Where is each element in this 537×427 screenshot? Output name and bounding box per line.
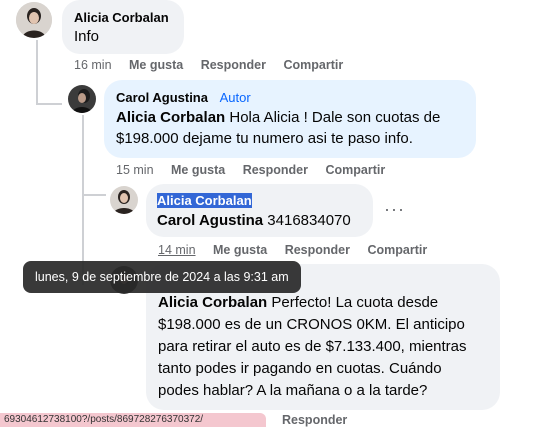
comment-actions: Responder (282, 413, 347, 427)
avatar[interactable] (16, 2, 52, 38)
author-badge: Autor (219, 90, 251, 105)
thread-line (36, 40, 38, 105)
avatar-photo (16, 2, 52, 38)
thread-line (82, 194, 106, 196)
mention-link[interactable]: Alicia Corbalan (116, 109, 225, 126)
status-url: 69304612738100?/posts/869728276370372/ (0, 413, 266, 427)
comment-text-part: Perfecto! La cuota desde (267, 294, 439, 311)
comment-text: Alicia Corbalan Perfecto! La cuota desde (158, 292, 438, 313)
thread-line (82, 115, 84, 195)
comment-text-part: Hola Alicia ! Dale son cuotas de (225, 109, 441, 126)
comment-text: Info (74, 28, 100, 45)
mention-link[interactable]: Carol Agustina (157, 212, 263, 229)
comment-text: Alicia Corbalan Hola Alicia ! Dale son c… (116, 107, 440, 128)
comment-author[interactable]: Carol Agustina (116, 90, 208, 105)
mention-link[interactable]: Alicia Corbalan (158, 294, 267, 311)
comment-bubble: Carol Agustina Autor Alicia Corbalan Hol… (104, 80, 476, 158)
share-button[interactable]: Compartir (367, 243, 427, 257)
selected-author-name[interactable]: Alicia Corbalan (157, 193, 252, 208)
comment-text: tanto podes ir pagando en cuotas. Cuándo (158, 360, 442, 377)
like-button[interactable]: Me gusta (213, 243, 267, 257)
timestamp-tooltip: lunes, 9 de septiembre de 2024 a las 9:3… (23, 261, 301, 293)
comment-bubble: Alicia Corbalan Info (62, 0, 184, 54)
reply-button[interactable]: Responder (201, 58, 266, 72)
share-button[interactable]: Compartir (283, 58, 343, 72)
comment-actions: 16 min Me gusta Responder Compartir (74, 58, 343, 72)
comment-time[interactable]: 14 min (158, 243, 196, 257)
like-button[interactable]: Me gusta (129, 58, 183, 72)
avatar[interactable] (110, 186, 138, 214)
comment-author[interactable]: Alicia Corbalan (74, 10, 169, 25)
avatar[interactable] (68, 85, 96, 113)
comment-time[interactable]: 16 min (74, 58, 112, 72)
comment-actions: 14 min Me gusta Responder Compartir (158, 243, 427, 257)
comment-author[interactable]: Alicia Corbalan (157, 193, 252, 208)
comment-text: $198.000 es de un CRONOS 0KM. El anticip… (158, 316, 465, 333)
avatar-photo (110, 186, 138, 214)
comment-text: para retirar el auto es de $7.133.400, m… (158, 338, 467, 355)
comment-time[interactable]: 15 min (116, 163, 154, 177)
comment-author-row: Carol Agustina Autor (116, 90, 251, 105)
reply-button[interactable]: Responder (282, 413, 347, 427)
comment-actions: 15 min Me gusta Responder Compartir (116, 163, 385, 177)
like-button[interactable]: Me gusta (171, 163, 225, 177)
comment-text: Carol Agustina 3416834070 (157, 210, 351, 231)
reply-button[interactable]: Responder (285, 243, 350, 257)
comment-text-part: 3416834070 (263, 212, 351, 229)
more-options-icon[interactable]: ··· (384, 199, 405, 220)
comment-text: $198.000 dejame tu numero asi te paso in… (116, 130, 413, 147)
reply-button[interactable]: Responder (243, 163, 308, 177)
thread-line (36, 103, 62, 105)
share-button[interactable]: Compartir (325, 163, 385, 177)
comment-text: podes hablar? A la mañana o a la tarde? (158, 382, 428, 399)
comment-bubble: Alicia Corbalan Carol Agustina 341683407… (146, 184, 373, 237)
avatar-photo (68, 85, 96, 113)
